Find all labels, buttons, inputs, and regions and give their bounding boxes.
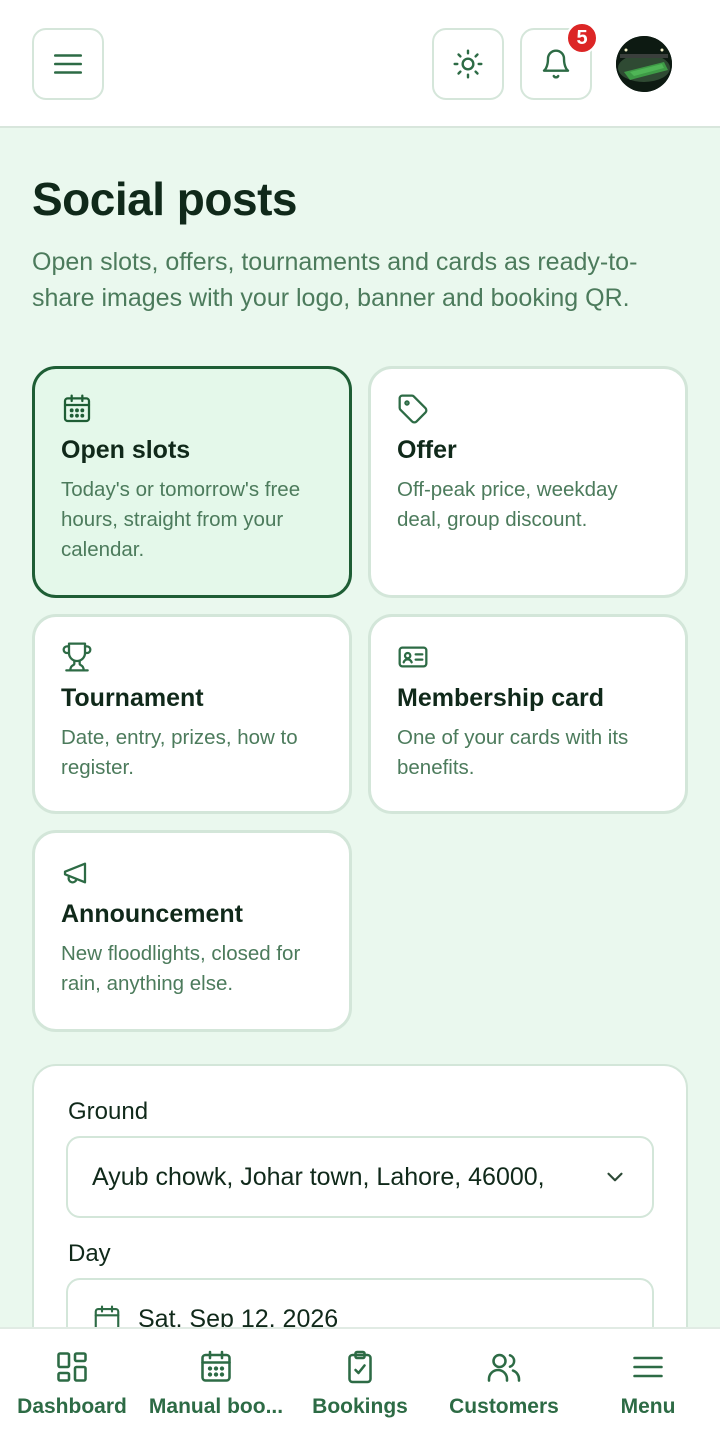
ground-select[interactable]: Ayub chowk, Johar town, Lahore, 46000, — [66, 1136, 654, 1218]
nav-item-customers[interactable]: Customers — [432, 1329, 576, 1440]
ground-select-value: Ayub chowk, Johar town, Lahore, 46000, — [92, 1162, 545, 1191]
page-title: Social posts — [32, 173, 297, 225]
trophy-icon — [62, 642, 92, 672]
clipboard-check-icon — [348, 1350, 372, 1384]
card-title: Open slots — [61, 436, 191, 464]
hamburger-icon — [53, 54, 83, 74]
post-type-tournament[interactable]: Tournament Date, entry, prizes, how to r… — [32, 614, 352, 814]
notification-count-badge: 5 — [566, 22, 598, 54]
nav-label: Dashboard — [17, 1395, 127, 1418]
menu-icon — [633, 1356, 663, 1378]
bell-icon — [542, 49, 570, 79]
sun-icon — [453, 49, 483, 79]
calendar-icon — [201, 1350, 231, 1382]
card-description: Off-peak price, weekday deal, group disc… — [397, 478, 618, 531]
nav-label: Customers — [449, 1395, 559, 1418]
nav-item-manual-booking[interactable]: Manual boo... — [144, 1329, 288, 1440]
theme-toggle-button[interactable] — [432, 28, 504, 100]
nav-item-menu[interactable]: Menu — [576, 1329, 720, 1440]
card-description: Today's or tomorrow's free hours, straig… — [61, 478, 301, 561]
card-title: Membership card — [397, 684, 605, 712]
dashboard-icon — [57, 1352, 87, 1382]
bottom-navigation: Dashboard Manual boo... Bookings Custome… — [0, 1327, 720, 1440]
card-title: Offer — [397, 436, 457, 464]
menu-button[interactable] — [32, 28, 104, 100]
card-title: Tournament — [61, 684, 204, 712]
nav-item-dashboard[interactable]: Dashboard — [0, 1329, 144, 1440]
ground-label: Ground — [68, 1098, 149, 1125]
nav-label: Manual boo... — [148, 1395, 284, 1418]
megaphone-icon — [63, 862, 87, 884]
users-icon — [487, 1353, 521, 1382]
post-type-membership-card[interactable]: Membership card One of your cards with i… — [368, 614, 688, 814]
id-card-icon — [398, 646, 428, 668]
nav-item-bookings[interactable]: Bookings — [288, 1329, 432, 1440]
post-type-offer[interactable]: Offer Off-peak price, weekday deal, grou… — [368, 366, 688, 598]
post-type-announcement[interactable]: Announcement New floodlights, closed for… — [32, 830, 352, 1032]
day-label: Day — [68, 1240, 111, 1267]
post-type-open-slots[interactable]: Open slots Today's or tomorrow's free ho… — [32, 366, 352, 598]
card-description: One of your cards with its benefits. — [397, 726, 629, 779]
card-title: Announcement — [61, 900, 243, 928]
card-description: Date, entry, prizes, how to register. — [61, 726, 298, 779]
calendar-icon — [63, 394, 91, 423]
nav-label: Bookings — [312, 1395, 408, 1418]
nav-label: Menu — [620, 1395, 676, 1418]
avatar[interactable] — [616, 36, 672, 92]
chevron-down-icon — [607, 1172, 623, 1182]
stadium-avatar-image — [616, 36, 672, 92]
card-description: New floodlights, closed for rain, anythi… — [61, 942, 301, 995]
top-bar: 5 — [0, 0, 720, 128]
page-subtitle: Open slots, offers, tournaments and card… — [32, 248, 638, 312]
tag-icon — [398, 394, 428, 424]
